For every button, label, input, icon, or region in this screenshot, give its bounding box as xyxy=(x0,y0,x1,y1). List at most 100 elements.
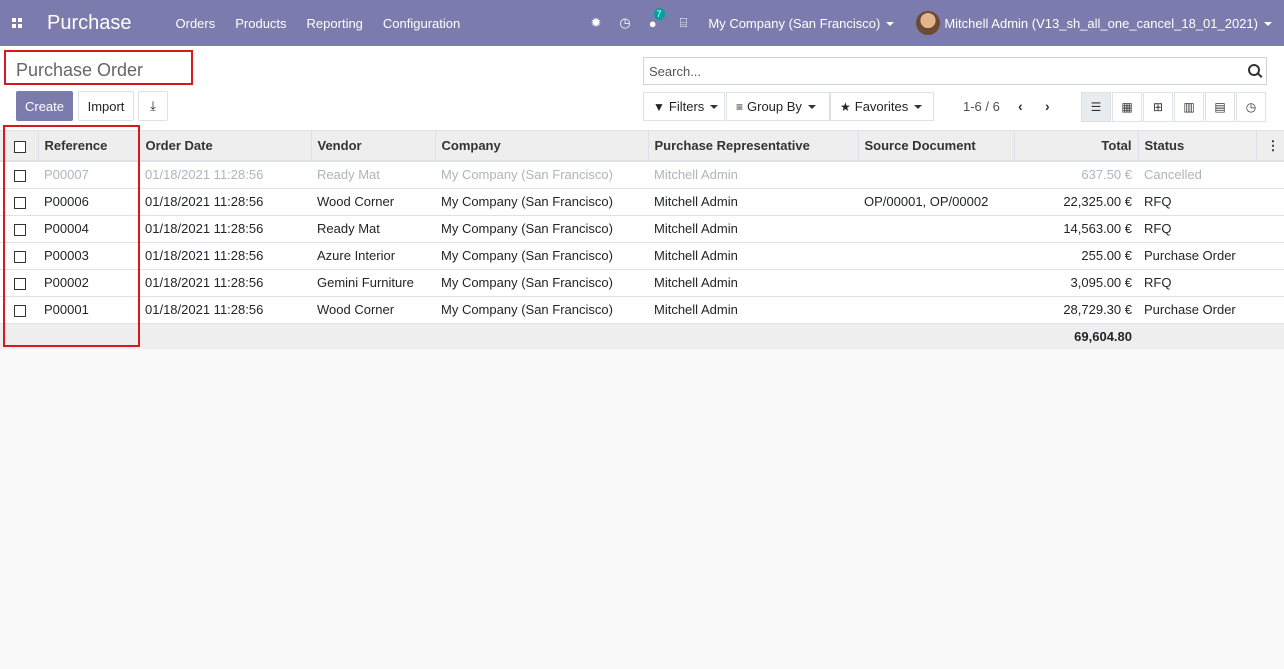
user-avatar[interactable] xyxy=(916,11,941,35)
groupby-icon: ≡ xyxy=(736,99,744,114)
filters-dropdown[interactable]: ▼ Filters xyxy=(643,92,725,121)
groupby-caret-icon xyxy=(807,104,816,109)
row-checkbox[interactable] xyxy=(14,196,26,209)
column-vendor[interactable]: Vendor xyxy=(311,131,436,162)
cell-source-document xyxy=(858,296,1014,323)
cell-representative: Mitchell Admin xyxy=(654,248,738,263)
menu-reporting[interactable]: Reporting xyxy=(307,16,363,31)
cell-status: Purchase Order xyxy=(1144,248,1236,263)
pager-previous-icon[interactable]: ‹ xyxy=(1018,98,1023,114)
cell-total: 255.00 € xyxy=(1081,248,1132,263)
user-menu[interactable]: Mitchell Admin (V13_sh_all_one_cancel_18… xyxy=(944,16,1272,31)
menu-products[interactable]: Products xyxy=(235,16,286,31)
table-row[interactable]: P00004 01/18/2021 11:28:56 Ready Mat My Com… xyxy=(0,215,1284,242)
pivot-view-icon[interactable]: ⊞ xyxy=(1143,92,1173,122)
calendar-view-icon[interactable]: ▤ xyxy=(1205,92,1235,122)
list-view-icon[interactable]: ☰ xyxy=(1081,92,1111,122)
import-button[interactable]: Import xyxy=(78,91,134,121)
column-status[interactable]: Status xyxy=(1138,131,1257,162)
messages-chat-icon[interactable]: ● 7 xyxy=(649,7,665,31)
column-source-document[interactable]: Source Document xyxy=(858,131,1015,162)
row-checkbox[interactable] xyxy=(14,250,26,263)
groupby-label: Group By xyxy=(747,99,802,114)
select-all-checkbox-cell[interactable] xyxy=(0,131,39,162)
search-input[interactable] xyxy=(644,58,1234,84)
column-total[interactable]: Total xyxy=(1014,131,1139,162)
row-checkbox[interactable] xyxy=(14,277,26,290)
favorites-dropdown[interactable]: ★ Favorites xyxy=(830,92,934,121)
cell-status: Purchase Order xyxy=(1144,302,1236,317)
company-switcher[interactable]: My Company (San Francisco) xyxy=(708,15,895,31)
company-name: My Company (San Francisco) xyxy=(708,15,881,31)
cell-order-date: 01/18/2021 11:28:56 xyxy=(145,167,264,183)
page-title: Purchase Order xyxy=(16,60,144,80)
menu-orders[interactable]: Orders xyxy=(176,16,216,31)
column-order-date[interactable]: Order Date xyxy=(139,131,312,162)
cell-total: 14,563.00 € xyxy=(1063,221,1132,236)
purchase-order-list: Reference Order Date Vendor Company Purc… xyxy=(0,131,1284,349)
cell-source-document xyxy=(858,242,1014,269)
select-all-checkbox[interactable] xyxy=(14,140,26,153)
row-checkbox-cell[interactable] xyxy=(0,296,38,323)
cell-source-document xyxy=(858,161,1014,188)
filter-icon: ▼ xyxy=(653,99,665,114)
app-brand[interactable]: Purchase xyxy=(47,12,132,35)
cell-vendor: Azure Interior xyxy=(317,248,396,263)
create-button[interactable]: Create xyxy=(16,91,73,121)
optional-columns-kebab-icon[interactable]: ⋮ xyxy=(1256,131,1284,162)
row-checkbox-cell[interactable] xyxy=(0,188,38,215)
search-box xyxy=(643,57,1267,85)
row-checkbox-cell[interactable] xyxy=(0,242,38,269)
activity-clock-icon[interactable]: ◷ xyxy=(619,15,630,31)
gift-icon[interactable]: ⌸ xyxy=(680,15,688,31)
column-purchase-representative[interactable]: Purchase Representative xyxy=(648,131,859,162)
apps-menu-icon[interactable] xyxy=(0,0,34,46)
row-checkbox-cell[interactable] xyxy=(0,161,38,188)
table-row[interactable]: P00001 01/18/2021 11:28:56 Wood Corner My C… xyxy=(0,296,1284,323)
download-button[interactable]: ⤓ xyxy=(138,91,168,121)
cell-representative: Mitchell Admin xyxy=(654,167,738,183)
column-company[interactable]: Company xyxy=(435,131,649,162)
table-row[interactable]: P00006 01/18/2021 11:28:56 Wood Corner My C… xyxy=(0,188,1284,215)
cell-reference: P00002 xyxy=(44,275,89,290)
cell-status: RFQ xyxy=(1144,275,1172,290)
cell-order-date: 01/18/2021 11:28:56 xyxy=(145,194,264,209)
cell-source-document xyxy=(858,269,1014,296)
cell-vendor: Wood Corner xyxy=(317,194,395,209)
cell-vendor: Ready Mat xyxy=(317,221,380,236)
graph-view-icon[interactable]: ▥ xyxy=(1174,92,1204,122)
kanban-view-icon[interactable]: ▦ xyxy=(1112,92,1142,122)
company-caret-icon xyxy=(886,22,895,27)
row-checkbox[interactable] xyxy=(14,223,26,236)
cell-source-document: OP/00001, OP/00002 xyxy=(864,194,989,209)
table-header-row: Reference Order Date Vendor Company Purc… xyxy=(0,131,1284,162)
orders-table: Reference Order Date Vendor Company Purc… xyxy=(0,131,1284,349)
search-icon[interactable] xyxy=(1248,64,1260,76)
favorites-caret-icon xyxy=(914,104,923,109)
groupby-dropdown[interactable]: ≡ Group By xyxy=(726,92,830,121)
menu-configuration[interactable]: Configuration xyxy=(383,16,460,31)
cell-order-date: 01/18/2021 11:28:56 xyxy=(145,221,264,236)
debug-bug-icon[interactable]: ✹ xyxy=(590,15,601,31)
top-navbar: Purchase Orders Products Reporting Confi… xyxy=(0,0,1284,46)
row-checkbox[interactable] xyxy=(14,304,26,317)
table-row[interactable]: P00002 01/18/2021 11:28:56 Gemini Furnitur… xyxy=(0,269,1284,296)
cell-total: 637.50 € xyxy=(1081,167,1132,183)
column-reference[interactable]: Reference xyxy=(38,131,140,162)
row-checkbox[interactable] xyxy=(14,169,26,182)
cell-reference: P00001 xyxy=(44,302,89,317)
row-checkbox-cell[interactable] xyxy=(0,215,38,242)
pager-next-icon[interactable]: › xyxy=(1045,98,1050,114)
cell-representative: Mitchell Admin xyxy=(654,221,738,236)
table-row[interactable]: P00007 01/18/2021 11:28:56 Ready Mat My Com… xyxy=(0,161,1284,188)
cell-order-date: 01/18/2021 11:28:56 xyxy=(145,248,264,263)
cell-status: RFQ xyxy=(1144,221,1172,236)
row-checkbox-cell[interactable] xyxy=(0,269,38,296)
cell-source-document xyxy=(858,215,1014,242)
cell-status: RFQ xyxy=(1144,194,1172,209)
table-row[interactable]: P00003 01/18/2021 11:28:56 Azure Interior M… xyxy=(0,242,1284,269)
cell-total: 22,325.00 € xyxy=(1063,194,1132,209)
pager-value[interactable]: 1-6 / 6 xyxy=(963,99,1000,114)
cell-company: My Company (San Francisco) xyxy=(441,167,613,183)
activity-view-icon[interactable]: ◷ xyxy=(1236,92,1266,122)
